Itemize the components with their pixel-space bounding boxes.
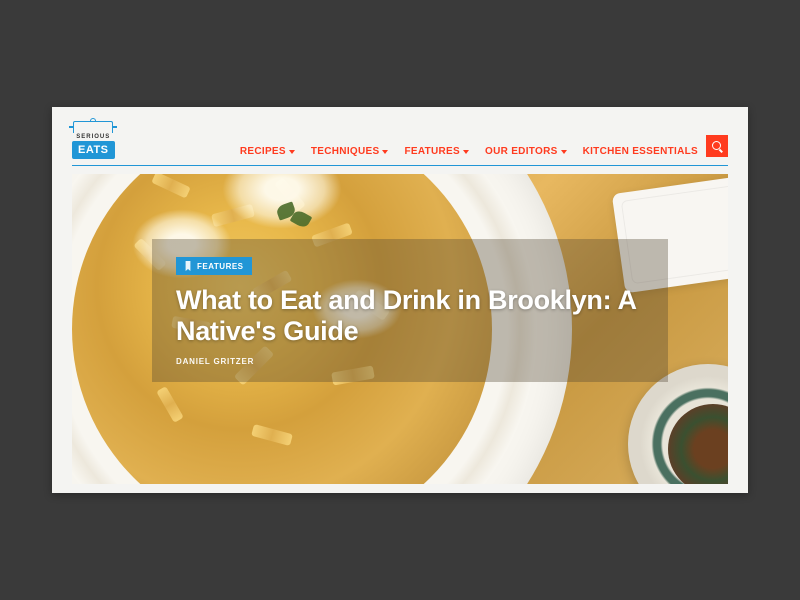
search-button[interactable] bbox=[706, 135, 728, 157]
chevron-down-icon bbox=[463, 150, 469, 154]
nav-recipes[interactable]: RECIPES bbox=[240, 146, 295, 157]
category-badge[interactable]: FEATURES bbox=[176, 257, 252, 275]
chevron-down-icon bbox=[382, 150, 388, 154]
nav-techniques[interactable]: TECHNIQUES bbox=[311, 146, 389, 157]
site-logo[interactable]: SERIOUS EATS bbox=[72, 121, 115, 165]
search-icon bbox=[712, 141, 722, 151]
header: SERIOUS EATS RECIPES TECHNIQUES FEATURES… bbox=[52, 107, 748, 165]
pot-icon bbox=[73, 121, 113, 133]
main-nav: RECIPES TECHNIQUES FEATURES OUR EDITORS … bbox=[240, 146, 698, 165]
nav-label: RECIPES bbox=[240, 146, 286, 157]
hero-overlay: FEATURES What to Eat and Drink in Brookl… bbox=[152, 239, 668, 382]
hero-article[interactable]: FEATURES What to Eat and Drink in Brookl… bbox=[72, 174, 728, 484]
nav-features[interactable]: FEATURES bbox=[404, 146, 469, 157]
badge-label: FEATURES bbox=[197, 262, 244, 271]
article-byline: DANIEL GRITZER bbox=[176, 357, 644, 366]
chevron-down-icon bbox=[561, 150, 567, 154]
nav-kitchen-essentials[interactable]: KITCHEN ESSENTIALS bbox=[583, 146, 698, 157]
nav-our-editors[interactable]: OUR EDITORS bbox=[485, 146, 567, 157]
page: SERIOUS EATS RECIPES TECHNIQUES FEATURES… bbox=[52, 107, 748, 493]
header-divider bbox=[72, 165, 728, 166]
logo-text-top: SERIOUS bbox=[76, 134, 110, 140]
logo-text-bottom: EATS bbox=[72, 141, 115, 159]
nav-label: TECHNIQUES bbox=[311, 146, 380, 157]
article-headline: What to Eat and Drink in Brooklyn: A Nat… bbox=[176, 285, 644, 347]
chevron-down-icon bbox=[289, 150, 295, 154]
nav-label: OUR EDITORS bbox=[485, 146, 558, 157]
bookmark-icon bbox=[184, 261, 192, 271]
nav-label: FEATURES bbox=[404, 146, 460, 157]
nav-label: KITCHEN ESSENTIALS bbox=[583, 146, 698, 157]
